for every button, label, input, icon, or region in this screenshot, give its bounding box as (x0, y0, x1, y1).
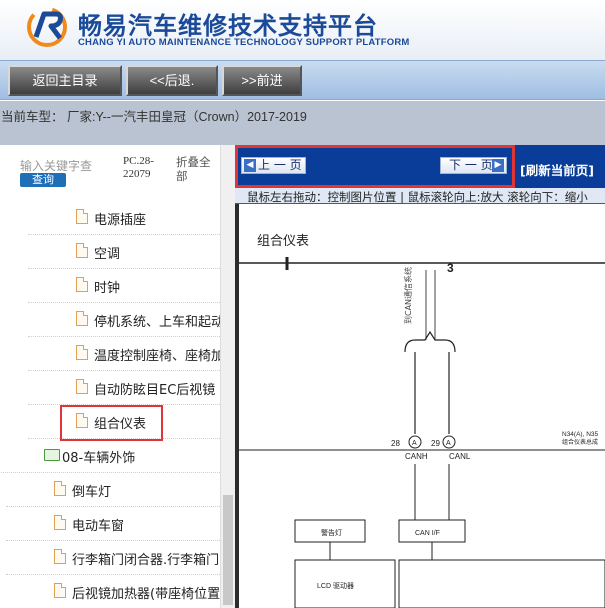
canl-label: CANL (449, 452, 471, 461)
can-if-box-label: CAN I/F (415, 530, 440, 537)
tree-item[interactable]: 倒车灯 (0, 473, 220, 507)
file-icon (76, 277, 88, 292)
sidebar: 输入关键字查 查询 PC.28-22079 折叠全部 电源插座空调时钟停机系统、… (0, 145, 235, 608)
file-icon (76, 311, 88, 326)
tree-item-label: 行李箱门闭合器.行李箱门 (72, 553, 220, 568)
tree-item-label: 自动防眩目EC后视镜 (94, 383, 216, 398)
folder-open-icon (44, 449, 60, 461)
file-icon (76, 243, 88, 258)
viewer-hint-text: 鼠标左右拖动：控制图片位置 | 鼠标滚轮向上:放大 滚轮向下：缩小 (247, 190, 588, 204)
tree-item-label: 时钟 (94, 281, 121, 296)
tree-item-label: 电动车窗 (72, 519, 125, 534)
lcd-driver-label: LCD 驱动器 (317, 581, 354, 590)
wire-brace (404, 330, 456, 353)
tree-item[interactable]: 后视镜加热器(带座椅位置 (0, 575, 220, 608)
file-icon (54, 515, 66, 530)
tree-item[interactable]: 温度控制座椅、座椅加 (0, 337, 220, 371)
viewer-hint: 鼠标左右拖动：控制图片位置 | 鼠标滚轮向上:放大 滚轮向下：缩小 (235, 188, 605, 204)
file-icon (54, 549, 66, 564)
tree-item[interactable]: 自动防眩目EC后视镜 (0, 371, 220, 405)
app-subtitle: CHANG YI AUTO MAINTENANCE TECHNOLOGY SUP… (78, 37, 410, 48)
page-nav-highlight (235, 145, 515, 188)
sidebar-scrollbar[interactable] (220, 145, 235, 608)
tree-item-label: 后视镜加热器(带座椅位置 (72, 587, 220, 602)
scrollbar-thumb[interactable] (223, 495, 233, 605)
pin-28-a: A (412, 440, 417, 447)
tree-item[interactable]: 电动车窗 (0, 507, 220, 541)
tree-item[interactable]: 电源插座 (0, 201, 220, 235)
back-button[interactable]: <<后退. (126, 65, 218, 96)
tree-item[interactable]: 停机系统、上车和起动 (0, 303, 220, 337)
app-header: 畅易汽车维修技术支持平台 CHANG YI AUTO MAINTENANCE T… (0, 0, 605, 60)
diagram-svg: 3 到CAN通信系统 28 A 29 A CANH CANL N34(A), N… (239, 257, 605, 608)
warning-box-label: 警告灯 (321, 528, 342, 537)
file-icon (76, 379, 88, 394)
search-button[interactable]: 查询 (20, 173, 66, 187)
tree-item[interactable]: 时钟 (0, 269, 220, 303)
viewer-toolbar: ◀ 上 一 页 下 一 页 ▶ [刷新当前页] (235, 145, 605, 188)
tree-item-label: 电源插座 (94, 213, 147, 228)
home-button[interactable]: 返回主目录 (8, 65, 122, 96)
logo-icon (27, 7, 67, 47)
wire-label: 到CAN通信系统 (403, 267, 413, 324)
toolbar: 返回主目录 <<后退. >>前进 (0, 60, 605, 100)
tree-item-label: 温度控制座椅、座椅加 (94, 349, 220, 364)
tree-item[interactable]: 08-车辆外饰 (0, 439, 220, 473)
tree-item-label: 倒车灯 (72, 485, 112, 500)
main-box (398, 559, 605, 608)
file-icon (54, 481, 66, 496)
connector-label: N34(A), N35 (562, 431, 599, 438)
file-icon (76, 345, 88, 360)
wiring-diagram[interactable]: 组合仪表 3 到CAN通信系统 28 A 29 A CANH CANL N34(… (239, 204, 605, 608)
pin-29-label: 29 (431, 439, 440, 448)
canh-label: CANH (405, 452, 428, 461)
pin-3-label: 3 (447, 261, 454, 275)
tree-item[interactable]: 行李箱门闭合器.行李箱门 (0, 541, 220, 575)
tree-item-label: 停机系统、上车和起动 (94, 315, 220, 330)
current-vehicle-label: 当前车型： 厂家:Y--一汽丰田皇冠（Crown）2017-2019 (1, 110, 307, 124)
app-title: 畅易汽车维修技术支持平台 (78, 12, 378, 40)
refresh-page-link[interactable]: [刷新当前页] (520, 160, 594, 179)
document-viewer: ◀ 上 一 页 下 一 页 ▶ [刷新当前页] 鼠标左右拖动：控制图片位置 | … (235, 145, 605, 608)
file-icon (54, 583, 66, 598)
vehicle-bar: 当前车型： 厂家:Y--一汽丰田皇冠（Crown）2017-2019 (0, 101, 605, 145)
pin-28-label: 28 (391, 439, 400, 448)
selected-item-highlight (60, 405, 163, 441)
forward-button[interactable]: >>前进 (222, 65, 302, 96)
search-input[interactable]: 输入关键字查 (20, 157, 115, 174)
tree-item-label: 空调 (94, 247, 121, 262)
version-label: PC.28-22079 (123, 155, 154, 180)
file-icon (76, 209, 88, 224)
connector-sublabel: 组合仪表总成 (562, 438, 598, 446)
tree-item-label: 08-车辆外饰 (62, 451, 136, 466)
pin-29-a: A (446, 440, 451, 447)
tree-item[interactable]: 空调 (0, 235, 220, 269)
collapse-all-link[interactable]: 折叠全部 (176, 155, 216, 183)
